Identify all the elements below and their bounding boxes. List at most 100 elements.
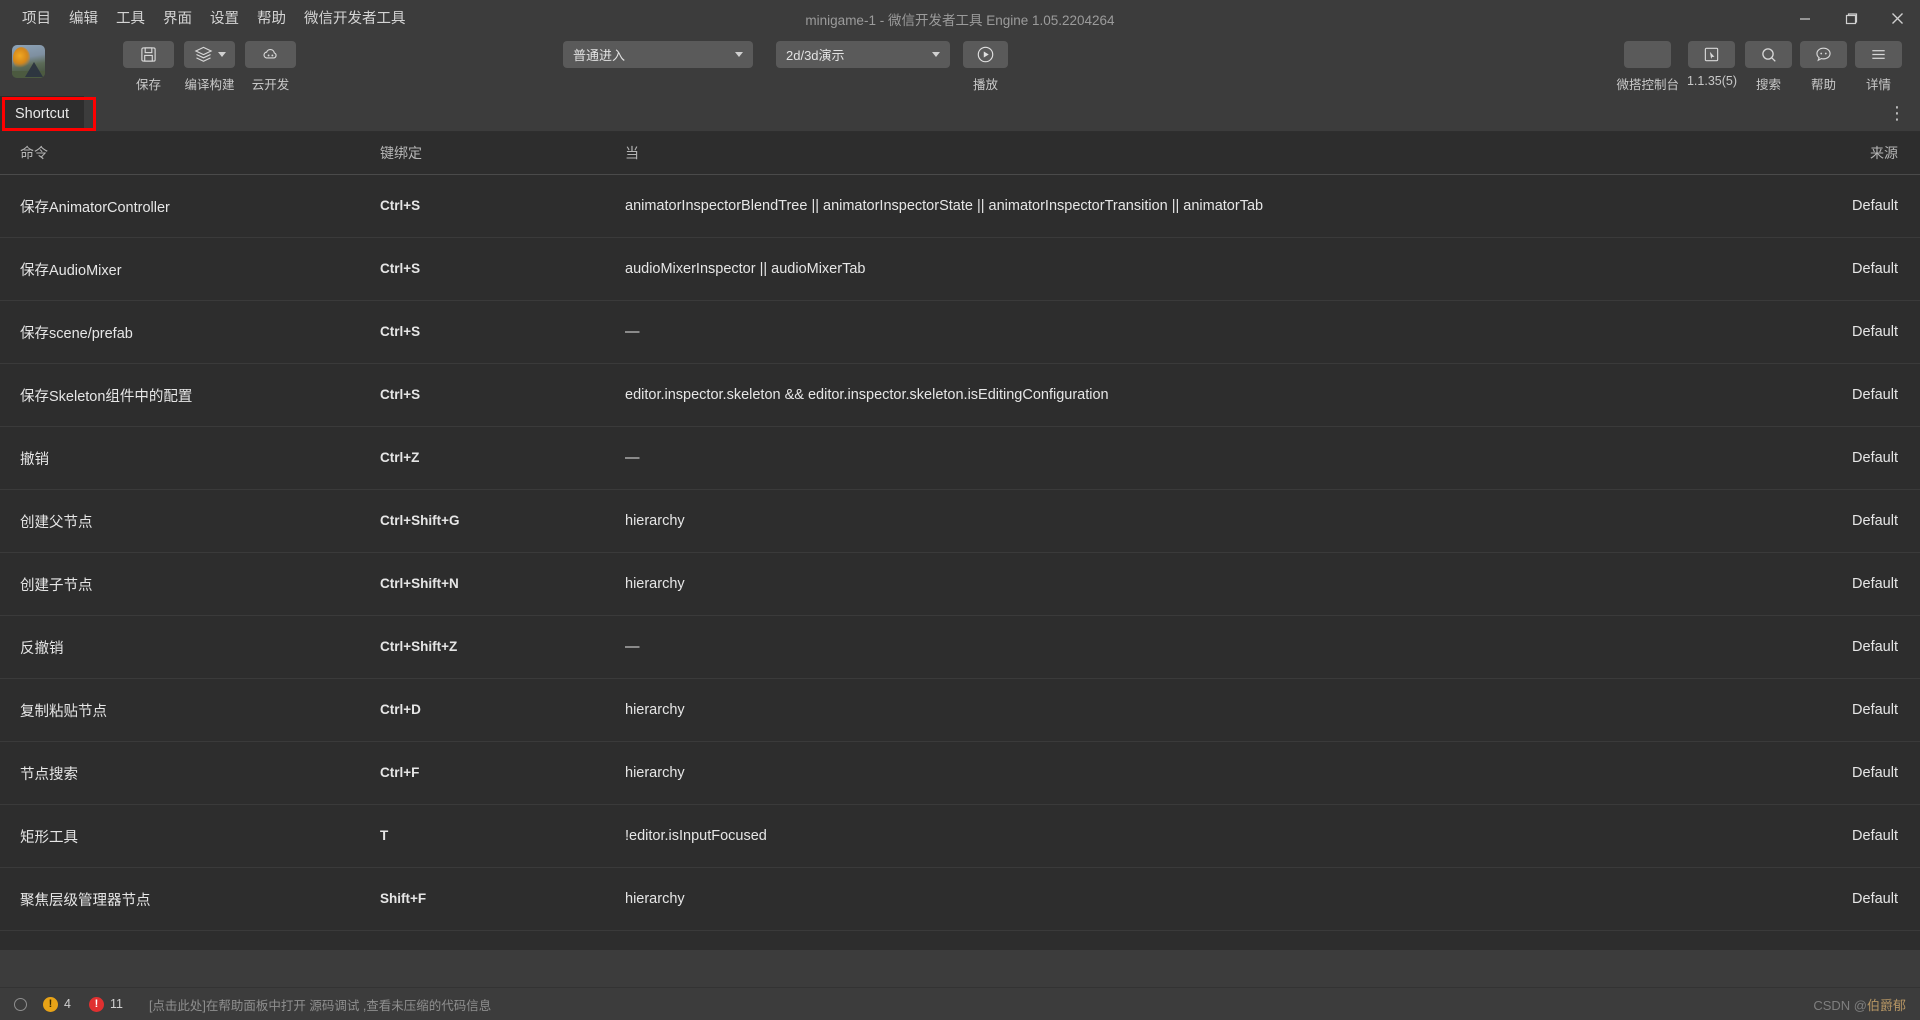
menu-item-ui[interactable]: 界面: [154, 6, 201, 32]
table-row[interactable]: 复制粘贴节点 Ctrl+D hierarchy Default: [0, 679, 1920, 742]
table-row[interactable]: 撤销 Ctrl+Z — Default: [0, 427, 1920, 490]
cell-keybinding: Ctrl+Shift+G: [380, 513, 460, 528]
cell-command: 保存scene/prefab: [20, 325, 133, 342]
shortcut-table: 命令 键绑定 当 来源 保存AnimatorController Ctrl+S an…: [0, 132, 1920, 950]
menu-item-devtools[interactable]: 微信开发者工具: [295, 6, 415, 32]
details-button[interactable]: 详情: [1855, 41, 1902, 93]
cell-when: hierarchy: [625, 513, 685, 529]
table-row[interactable]: 保存AudioMixer Ctrl+S audioMixerInspector ||…: [0, 238, 1920, 301]
avatar-tent: [25, 62, 43, 77]
table-header-row: 命令 键绑定 当 来源: [0, 132, 1920, 175]
cell-when: —: [625, 639, 640, 655]
cell-keybinding: Ctrl+S: [380, 324, 421, 339]
cell-command: 矩形工具: [20, 829, 78, 846]
preview-select[interactable]: 2d/3d演示: [776, 41, 950, 68]
table-row[interactable]: 保存Skeleton组件中的配置 Ctrl+S editor.inspector.s…: [0, 364, 1920, 427]
cell-when: hierarchy: [625, 702, 685, 718]
cell-keybinding: Ctrl+Z: [380, 450, 420, 465]
cell-command: 保存Skeleton组件中的配置: [20, 388, 193, 405]
menu-item-help[interactable]: 帮助: [248, 6, 295, 32]
cell-when: !editor.isInputFocused: [625, 828, 767, 844]
cell-source: Default: [1852, 513, 1898, 529]
toolbar-center-group: 普通进入 2d/3d演示 播放: [558, 41, 1008, 93]
warning-status[interactable]: ! 4: [43, 996, 71, 1012]
cloud-dev-button[interactable]: 云开发: [245, 41, 296, 93]
avatar[interactable]: [12, 45, 45, 78]
help-label: 帮助: [1810, 78, 1836, 92]
play-button[interactable]: 播放: [963, 41, 1008, 93]
error-status[interactable]: ! 11: [88, 996, 123, 1012]
cursor-box-icon: [1705, 47, 1719, 62]
cell-when: editor.inspector.skeleton && editor.insp…: [625, 387, 1109, 403]
table-row[interactable]: 创建父节点 Ctrl+Shift+G hierarchy Default: [0, 490, 1920, 553]
status-circle-icon[interactable]: [14, 997, 27, 1011]
watermark-accent: 伯爵郁: [1866, 997, 1906, 1013]
cell-command: 保存AudioMixer: [20, 262, 122, 279]
speech-bubble-icon: [1816, 47, 1831, 62]
help-button[interactable]: 帮助: [1800, 41, 1847, 93]
menu-bar: 项目 编辑 工具 界面 设置 帮助 微信开发者工具: [0, 0, 415, 37]
minimize-button[interactable]: [1782, 0, 1828, 37]
cell-command: 创建父节点: [20, 514, 93, 531]
panel-more-menu-button[interactable]: ⋮: [1874, 96, 1920, 131]
search-label: 搜索: [1755, 78, 1781, 92]
table-row[interactable]: 创建子节点 Ctrl+Shift+N hierarchy Default: [0, 553, 1920, 616]
mode-select[interactable]: 普通进入: [563, 41, 753, 68]
cell-source: Default: [1852, 576, 1898, 592]
cell-keybinding: Ctrl+F: [380, 765, 420, 780]
toolbar-right-group: 微搭控制台 1.1.35(5) 搜索 帮助 详情: [1612, 41, 1920, 93]
minimize-icon: [1800, 17, 1810, 20]
cell-keybinding: Ctrl+Shift+Z: [380, 639, 458, 654]
warning-count: 4: [64, 997, 71, 1011]
weida-console-label: 微搭控制台: [1616, 78, 1679, 92]
close-button[interactable]: [1874, 0, 1920, 37]
cell-source: Default: [1852, 828, 1898, 844]
cell-command: 撤销: [20, 451, 49, 468]
cell-source: Default: [1852, 639, 1898, 655]
menu-item-settings[interactable]: 设置: [201, 6, 248, 32]
cell-command: 节点搜索: [20, 766, 78, 783]
table-row[interactable]: 矩形工具 T !editor.isInputFocused Default: [0, 805, 1920, 868]
play-button-label: 播放: [972, 78, 998, 92]
panel-tab-bar: Shortcut ⋮: [0, 96, 1920, 132]
column-header-source: 来源: [1870, 145, 1898, 161]
weida-console-button[interactable]: 微搭控制台: [1616, 41, 1679, 93]
table-row[interactable]: 聚焦层级管理器节点 Shift+F hierarchy Default: [0, 868, 1920, 931]
table-row[interactable]: 保存scene/prefab Ctrl+S — Default: [0, 301, 1920, 364]
cloud-icon: [263, 48, 277, 59]
blank-icon: [1624, 41, 1672, 68]
watermark: CSDN @伯爵郁: [1813, 995, 1906, 1014]
cell-when: audioMixerInspector || audioMixerTab: [625, 261, 866, 277]
cell-when: animatorInspectorBlendTree || animatorIn…: [625, 198, 1264, 214]
menu-item-tools[interactable]: 工具: [107, 6, 154, 32]
cell-when: —: [625, 450, 640, 466]
build-button[interactable]: 编译构建: [184, 41, 235, 93]
search-button[interactable]: 搜索: [1745, 41, 1792, 93]
window-controls: [1782, 0, 1920, 37]
table-row[interactable]: 节点搜索 Ctrl+F hierarchy Default: [0, 742, 1920, 805]
maximize-icon: [1845, 12, 1858, 24]
title-bar: 项目 编辑 工具 界面 设置 帮助 微信开发者工具 minigame-1 - 微…: [0, 0, 1920, 37]
table-row[interactable]: 反撤销 Ctrl+Shift+Z — Default: [0, 616, 1920, 679]
cell-keybinding: Ctrl+S: [380, 261, 421, 276]
search-icon: [1761, 47, 1776, 62]
mode-select-value: 普通进入: [573, 48, 626, 63]
cell-source: Default: [1852, 702, 1898, 718]
menu-item-edit[interactable]: 编辑: [60, 6, 107, 32]
table-row[interactable]: 保存AnimatorController Ctrl+S animatorInspec…: [0, 175, 1920, 238]
toolbar-left-group: 保存 编译构建 云开发: [118, 41, 301, 93]
cell-source: Default: [1852, 891, 1898, 907]
error-count: 11: [109, 997, 123, 1011]
chevron-down-icon: [217, 52, 226, 57]
status-message[interactable]: [点击此处]在帮助面板中打开 源码调试 ,查看未压缩的代码信息: [149, 995, 491, 1014]
column-header-command: 命令: [20, 145, 48, 161]
maximize-button[interactable]: [1828, 0, 1874, 37]
cell-keybinding: Ctrl+D: [380, 702, 421, 717]
menu-item-project[interactable]: 项目: [13, 6, 60, 32]
details-label: 详情: [1865, 78, 1891, 92]
tab-shortcut[interactable]: Shortcut: [0, 96, 84, 131]
save-button[interactable]: 保存: [123, 41, 174, 93]
cell-keybinding: Ctrl+Shift+N: [380, 576, 459, 591]
cell-when: hierarchy: [625, 576, 685, 592]
version-button[interactable]: 1.1.35(5): [1687, 41, 1737, 88]
